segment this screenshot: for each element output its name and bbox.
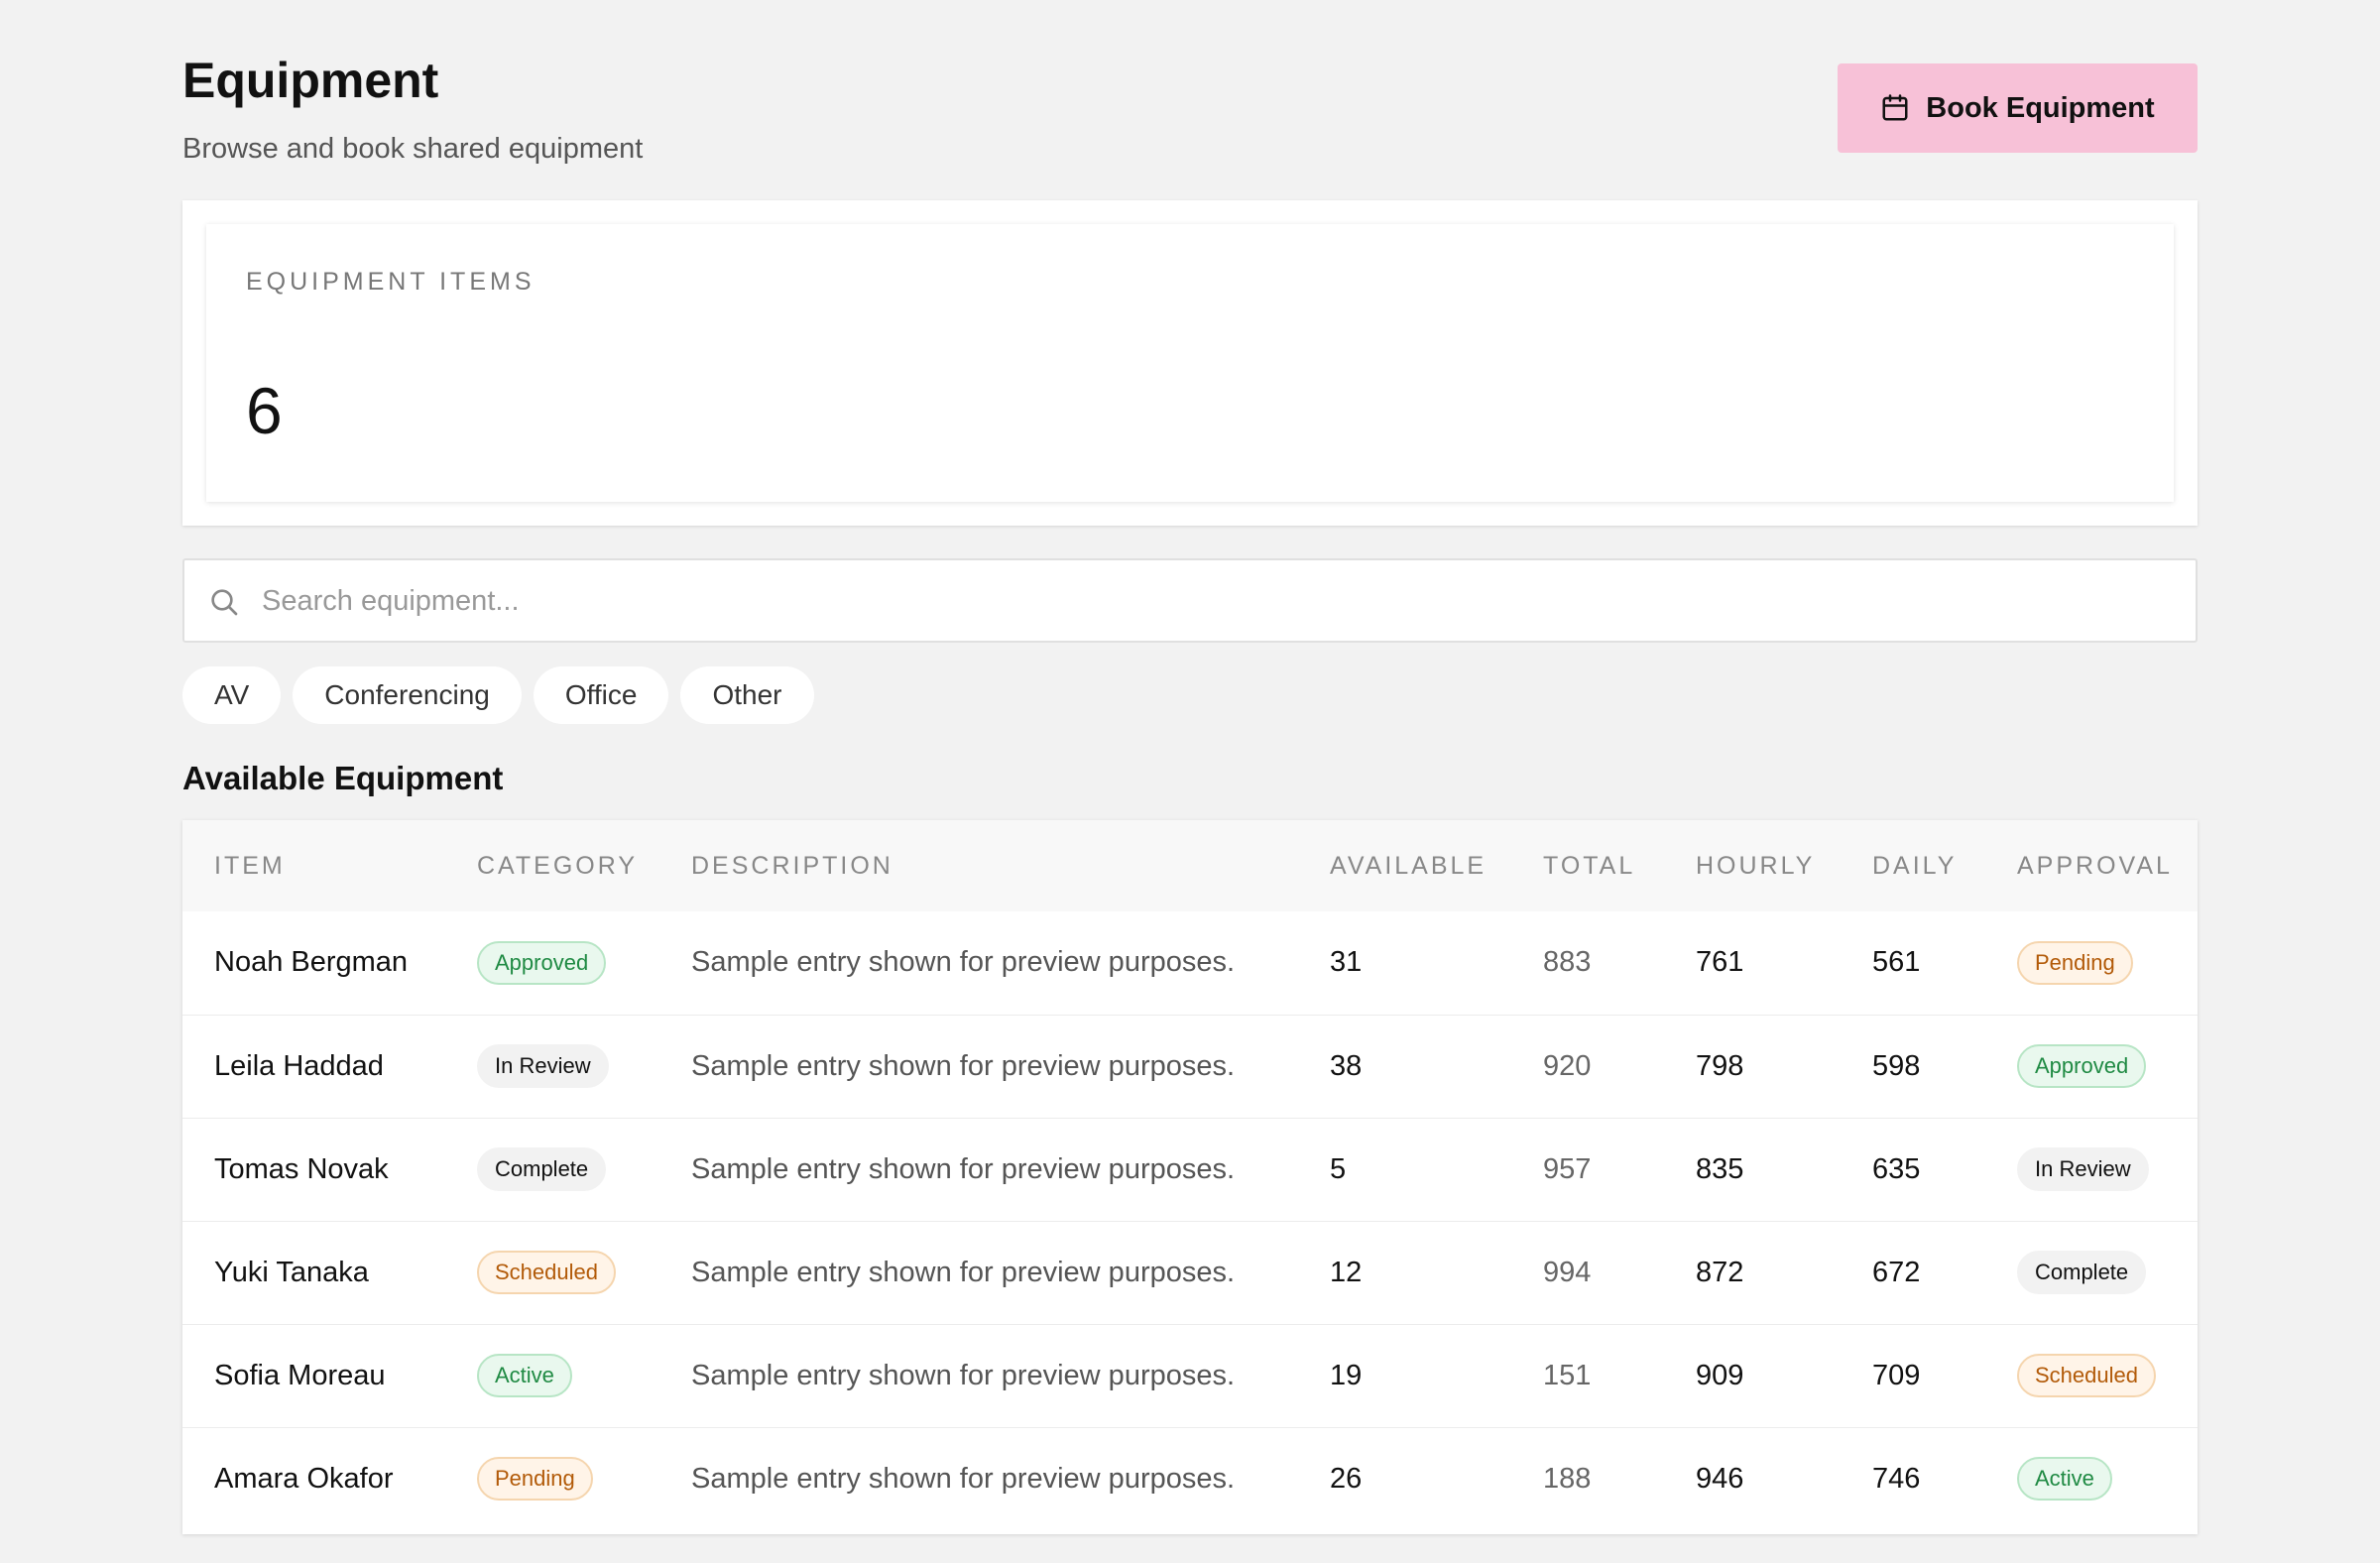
cell-description: Sample entry shown for preview purposes. [691, 1152, 1236, 1185]
cell-category: Active [445, 1324, 659, 1427]
column-header-hourly[interactable]: HOURLY [1664, 820, 1841, 911]
cell-daily: 672 [1872, 1256, 1921, 1288]
cell-hourly: 872 [1696, 1256, 1744, 1288]
approval-badge: Complete [2017, 1250, 2147, 1295]
cell-item: Amara Okafor [214, 1462, 394, 1495]
cell-approval: Approved [1985, 1015, 2198, 1118]
approval-badge: Approved [2017, 1043, 2147, 1089]
cell-hourly: 835 [1696, 1152, 1744, 1185]
approval-badge: Active [2017, 1457, 2112, 1502]
category-filters: AV Conferencing Office Other [182, 666, 814, 724]
calendar-icon [1882, 94, 1908, 121]
column-header-daily[interactable]: DAILY [1841, 820, 1985, 911]
cell-approval: Pending [1985, 911, 2198, 1015]
stat-card-equipment-items: EQUIPMENT ITEMS 6 [206, 224, 2174, 502]
column-header-approval[interactable]: APPROVAL [1985, 820, 2198, 911]
cell-category: Approved [445, 911, 659, 1015]
cell-category: Scheduled [445, 1221, 659, 1324]
approval-badge: In Review [2017, 1146, 2149, 1192]
cell-total: 151 [1543, 1359, 1592, 1391]
cell-daily: 598 [1872, 1049, 1921, 1082]
category-badge: Active [477, 1353, 572, 1398]
cell-description: Sample entry shown for preview purposes. [691, 1462, 1236, 1495]
filter-chip-other[interactable]: Other [680, 666, 814, 724]
cell-available: 19 [1330, 1359, 1363, 1391]
equipment-page: Equipment Browse and book shared equipme… [0, 0, 2380, 1563]
page-subtitle: Browse and book shared equipment [182, 133, 644, 165]
stat-value: 6 [246, 374, 283, 447]
category-badge: Scheduled [477, 1250, 616, 1295]
cell-available: 38 [1330, 1049, 1363, 1082]
cell-hourly: 761 [1696, 946, 1744, 979]
approval-badge: Scheduled [2017, 1353, 2156, 1398]
cell-item: Tomas Novak [214, 1152, 389, 1185]
search-input[interactable] [262, 568, 2146, 634]
cell-description: Sample entry shown for preview purposes. [691, 1049, 1236, 1082]
cell-total: 957 [1543, 1152, 1592, 1185]
cell-available: 5 [1330, 1152, 1347, 1185]
cell-item: Yuki Tanaka [214, 1256, 369, 1288]
cell-approval: In Review [1985, 1118, 2198, 1221]
category-badge: Complete [477, 1146, 607, 1192]
cell-available: 12 [1330, 1256, 1363, 1288]
book-equipment-button[interactable]: Book Equipment [1838, 63, 2198, 153]
cell-description: Sample entry shown for preview purposes. [691, 946, 1236, 979]
cell-hourly: 946 [1696, 1462, 1744, 1495]
category-badge: In Review [477, 1043, 609, 1089]
cell-daily: 635 [1872, 1152, 1921, 1185]
approval-badge: Pending [2017, 940, 2133, 985]
cell-item: Sofia Moreau [214, 1359, 386, 1391]
cell-daily: 746 [1872, 1462, 1921, 1495]
cell-category: Pending [445, 1427, 659, 1530]
search-bar [182, 558, 2198, 643]
cell-daily: 709 [1872, 1359, 1921, 1391]
table-row[interactable]: Leila Haddad In Review Sample entry show… [182, 1015, 2198, 1118]
page-title: Equipment [182, 53, 439, 108]
category-badge: Approved [477, 940, 607, 985]
cell-approval: Scheduled [1985, 1324, 2198, 1427]
cell-total: 188 [1543, 1462, 1592, 1495]
table-row[interactable]: Yuki Tanaka Scheduled Sample entry shown… [182, 1221, 2198, 1324]
cell-description: Sample entry shown for preview purposes. [691, 1256, 1236, 1288]
column-header-category[interactable]: CATEGORY [445, 820, 659, 911]
stat-label: EQUIPMENT ITEMS [246, 268, 536, 296]
column-header-description[interactable]: DESCRIPTION [659, 820, 1298, 911]
column-header-total[interactable]: TOTAL [1511, 820, 1664, 911]
cell-available: 31 [1330, 946, 1363, 979]
book-equipment-label: Book Equipment [1926, 91, 2155, 124]
search-icon [211, 589, 238, 616]
cell-total: 883 [1543, 946, 1592, 979]
cell-hourly: 909 [1696, 1359, 1744, 1391]
filter-chip-conferencing[interactable]: Conferencing [293, 666, 522, 724]
filter-chip-av[interactable]: AV [182, 666, 282, 724]
filter-chip-office[interactable]: Office [533, 666, 669, 724]
table-row[interactable]: Tomas Novak Complete Sample entry shown … [182, 1118, 2198, 1221]
cell-description: Sample entry shown for preview purposes. [691, 1359, 1236, 1391]
cell-category: In Review [445, 1015, 659, 1118]
cell-category: Complete [445, 1118, 659, 1221]
column-header-item[interactable]: ITEM [182, 820, 445, 911]
cell-item: Noah Bergman [214, 946, 409, 979]
equipment-table: ITEM CATEGORY DESCRIPTION AVAILABLE TOTA… [182, 820, 2198, 1530]
column-header-available[interactable]: AVAILABLE [1298, 820, 1511, 911]
cell-item: Leila Haddad [214, 1049, 384, 1082]
equipment-table-card: ITEM CATEGORY DESCRIPTION AVAILABLE TOTA… [182, 820, 2198, 1534]
table-row[interactable]: Amara Okafor Pending Sample entry shown … [182, 1427, 2198, 1530]
cell-approval: Complete [1985, 1221, 2198, 1324]
cell-daily: 561 [1872, 946, 1921, 979]
cell-total: 920 [1543, 1049, 1592, 1082]
cell-approval: Active [1985, 1427, 2198, 1530]
stats-panel: EQUIPMENT ITEMS 6 [182, 200, 2198, 526]
section-title: Available Equipment [182, 760, 504, 796]
table-row[interactable]: Sofia Moreau Active Sample entry shown f… [182, 1324, 2198, 1427]
table-row[interactable]: Noah Bergman Approved Sample entry shown… [182, 911, 2198, 1015]
table-header-row: ITEM CATEGORY DESCRIPTION AVAILABLE TOTA… [182, 820, 2198, 911]
category-badge: Pending [477, 1457, 593, 1502]
cell-hourly: 798 [1696, 1049, 1744, 1082]
cell-total: 994 [1543, 1256, 1592, 1288]
page-header: Equipment Browse and book shared equipme… [182, 52, 2198, 171]
cell-available: 26 [1330, 1462, 1363, 1495]
